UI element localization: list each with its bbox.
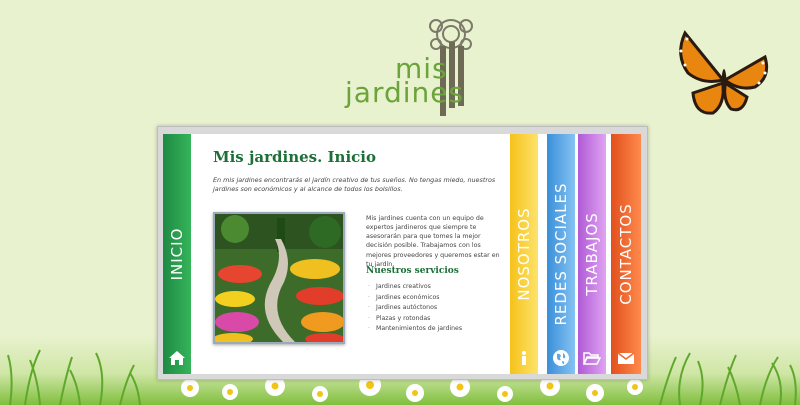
tab-inicio-label: INICIO [168, 227, 186, 281]
tab-contactos[interactable]: CONTACTOS [611, 134, 641, 374]
tab-contactos-label: CONTACTOS [617, 203, 635, 305]
tab-redes-label: REDES SOCIALES [552, 182, 570, 326]
tab-redes-sociales[interactable]: REDES SOCIALES [547, 134, 575, 374]
envelope-icon [617, 352, 635, 364]
tab-trabajos[interactable]: TRABAJOS [578, 134, 606, 374]
tab-inicio[interactable]: INICIO [163, 134, 191, 374]
home-icon [169, 351, 185, 365]
list-item: Jardines autóctonos [366, 303, 462, 314]
tab-trabajos-label: TRABAJOS [583, 212, 601, 296]
list-item: Mantenimientos de jardines [366, 324, 462, 335]
tab-nosotros-label: NOSOTROS [515, 207, 533, 301]
list-item: Plazas y rotondas [366, 314, 462, 325]
tab-nosotros[interactable]: NOSOTROS [510, 134, 538, 374]
services-heading: Nuestros servicios [366, 266, 459, 276]
folder-open-icon [583, 352, 601, 365]
garden-photo [213, 212, 345, 344]
brand-name-line2: jardines [345, 76, 465, 109]
list-item: Jardines económicos [366, 293, 462, 304]
intro-text: En mis jardines encontrarás el jardín cr… [213, 176, 496, 193]
main-content: Mis jardines. Inicio En mis jardines enc… [213, 148, 503, 344]
services-list: Jardines creativos Jardines económicos J… [366, 282, 462, 335]
panel-content-area: INICIO Mis jardines. Inicio En mis jardi… [163, 134, 641, 374]
brand-logo[interactable]: mis jardines [340, 12, 480, 122]
main-panel: INICIO Mis jardines. Inicio En mis jardi… [157, 126, 648, 380]
description-text: Mis jardines cuenta con un equipo de exp… [366, 215, 500, 268]
info-icon [522, 351, 526, 365]
globe-icon [553, 350, 569, 366]
page-title: Mis jardines. Inicio [213, 148, 377, 166]
butterfly-image [679, 30, 769, 115]
list-item: Jardines creativos [366, 282, 462, 293]
